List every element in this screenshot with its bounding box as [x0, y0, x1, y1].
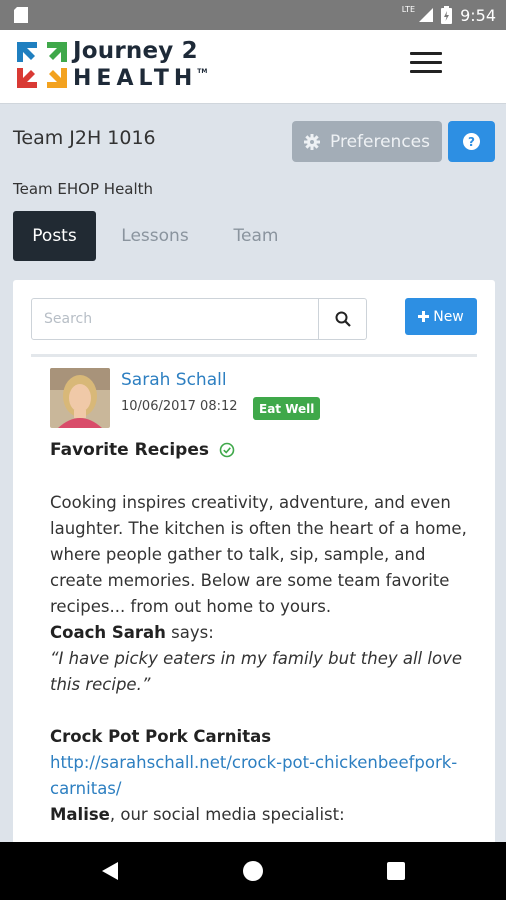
- clock: 9:54: [460, 5, 496, 25]
- avatar-image: [50, 368, 110, 428]
- post-title-text: Favorite Recipes: [50, 440, 209, 460]
- signal-icon: [419, 8, 434, 22]
- help-button[interactable]: ?: [448, 121, 495, 162]
- question-icon: ?: [463, 133, 480, 150]
- recipe-title: Crock Pot Pork Carnitas: [50, 727, 272, 746]
- posts-card: New Sarah Schall 10/06/2017 08:12 Eat We…: [13, 280, 495, 860]
- coach-line: Coach Sarah says:: [50, 620, 470, 646]
- recipe-link[interactable]: http://sarahschall.net/crock-pot-chicken…: [50, 753, 457, 798]
- preferences-button[interactable]: Preferences: [292, 121, 442, 162]
- coach-name: Coach Sarah: [50, 623, 166, 642]
- next-contributor: Malise, our social media specialist:: [50, 802, 470, 828]
- trademark: TM: [197, 68, 208, 75]
- team-title: Team J2H 1016: [13, 127, 156, 149]
- journey2health-logo-icon: [17, 42, 67, 88]
- logo-text-health: HEALTHTM: [73, 66, 208, 91]
- team-subtitle: Team EHOP Health: [13, 180, 154, 198]
- tab-team[interactable]: Team: [220, 211, 292, 261]
- logo-text-journey2: Journey 2: [73, 38, 198, 64]
- contributor-name: Malise: [50, 805, 110, 824]
- system-nav-bar: [0, 842, 506, 900]
- search-box: [31, 298, 367, 340]
- battery-icon: [441, 6, 453, 24]
- preferences-label: Preferences: [330, 131, 430, 152]
- post-title: Favorite Recipes: [50, 440, 235, 460]
- tab-lessons[interactable]: Lessons: [108, 211, 202, 261]
- coach-quote: “I have picky eaters in my family but th…: [50, 649, 462, 694]
- post-body: Cooking inspires creativity, adventure, …: [50, 490, 470, 828]
- post-author[interactable]: Sarah Schall: [121, 370, 227, 390]
- hamburger-icon[interactable]: [410, 52, 442, 76]
- new-post-button[interactable]: New: [405, 298, 477, 335]
- coach-says: says:: [165, 623, 214, 642]
- search-icon: [335, 311, 351, 327]
- post-intro: Cooking inspires creativity, adventure, …: [50, 493, 467, 616]
- status-bar: LTE 9:54: [0, 0, 506, 30]
- post-date: 10/06/2017 08:12: [121, 399, 238, 414]
- check-circle-icon: [219, 442, 235, 458]
- tab-posts[interactable]: Posts: [13, 211, 96, 261]
- back-icon[interactable]: [100, 861, 120, 881]
- contributor-role: , our social media specialist:: [109, 805, 345, 824]
- plus-icon: [418, 311, 430, 322]
- gear-icon: [304, 133, 320, 150]
- new-post-label: New: [433, 308, 464, 325]
- app-header: Journey 2 HEALTHTM: [0, 30, 506, 104]
- search-button[interactable]: [319, 299, 366, 339]
- avatar[interactable]: [50, 368, 110, 428]
- divider: [31, 354, 477, 357]
- recent-apps-icon[interactable]: [387, 862, 405, 880]
- network-type: LTE: [401, 5, 416, 14]
- search-input[interactable]: [32, 299, 319, 339]
- category-badge: Eat Well: [253, 397, 321, 420]
- home-icon[interactable]: [243, 861, 263, 881]
- notification-icon: [14, 7, 28, 23]
